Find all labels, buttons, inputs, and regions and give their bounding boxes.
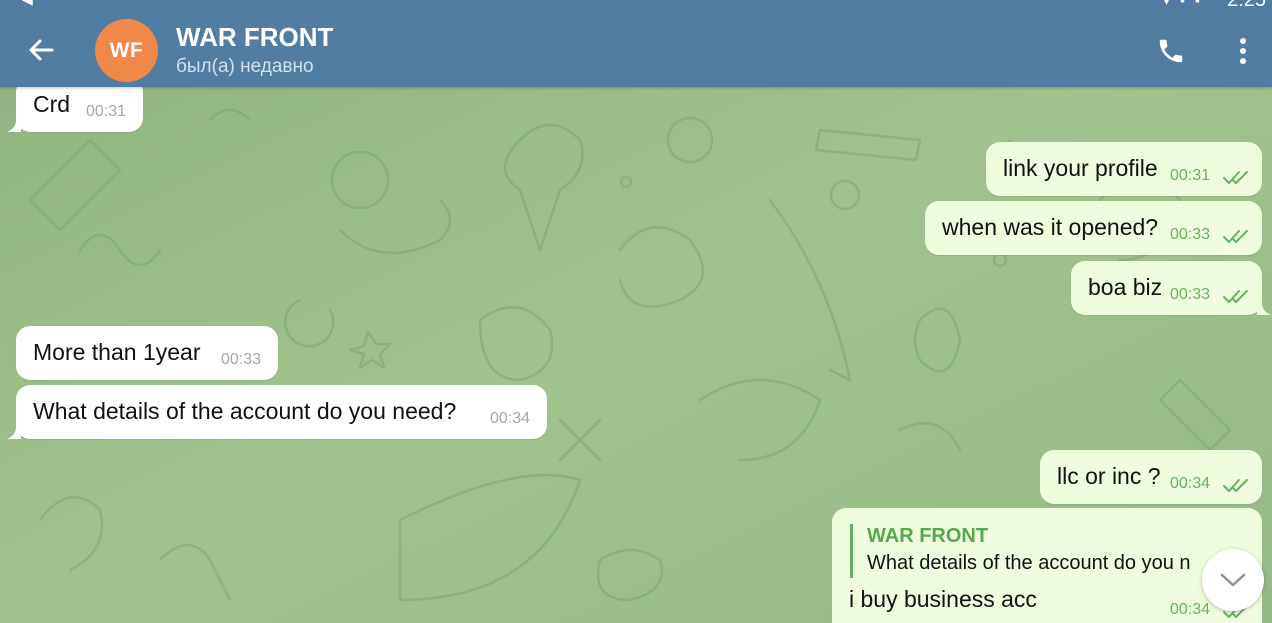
message-text: Crd: [33, 91, 71, 117]
status-icons: ▾▪▪: [1163, 0, 1210, 8]
double-check-icon: [1223, 230, 1248, 243]
message-time: 00:33: [1169, 226, 1210, 243]
scroll-to-bottom-button[interactable]: [1202, 549, 1264, 611]
message-text: link your profile: [1003, 155, 1158, 181]
status-bar: ◀ ▾▪▪ 2:25: [0, 0, 1272, 11]
message-time: 00:31: [1169, 167, 1210, 184]
message-text: What details of the account do you need?: [33, 398, 457, 424]
phone-icon: [1159, 39, 1183, 63]
message-incoming[interactable]: More than 1year 00:33: [16, 326, 278, 380]
message-outgoing-reply[interactable]: WAR FRONT What details of the account do…: [832, 508, 1262, 623]
back-button[interactable]: [20, 28, 62, 72]
call-button[interactable]: [1150, 30, 1192, 72]
bubble-tail: [7, 425, 21, 439]
chat-header: WF WAR FRONT был(а) недавно: [0, 0, 1272, 87]
double-check-icon: [1223, 290, 1248, 303]
reply-author: WAR FRONT: [867, 525, 989, 547]
more-options-button[interactable]: [1226, 30, 1260, 72]
message-text: boa biz: [1088, 274, 1163, 300]
message-text: More than 1year: [33, 339, 201, 365]
bubble-tail: [7, 118, 21, 132]
status-time: 2:25: [1227, 0, 1266, 11]
message-time: 00:34: [1169, 475, 1210, 492]
message-outgoing[interactable]: when was it opened? 00:33: [925, 201, 1262, 255]
message-text: i buy business acc: [849, 586, 1037, 612]
more-vertical-icon: [1240, 38, 1246, 64]
double-check-icon: [1223, 171, 1248, 184]
message-time: 00:31: [85, 103, 126, 120]
status-back-glyph: ◀: [22, 0, 33, 8]
arrow-left-icon: [29, 39, 54, 61]
message-text: when was it opened?: [942, 214, 1159, 240]
chat-title[interactable]: WAR FRONT: [176, 22, 333, 52]
message-outgoing[interactable]: boa biz 00:33: [1071, 261, 1262, 315]
message-outgoing[interactable]: llc or inc ? 00:34: [1040, 450, 1262, 504]
reply-text: What details of the account do you n: [867, 552, 1191, 574]
chevron-down-icon: [1220, 573, 1246, 587]
message-text: llc or inc ?: [1057, 463, 1161, 489]
message-time: 00:33: [220, 351, 261, 368]
avatar[interactable]: WF: [95, 19, 158, 82]
message-incoming[interactable]: What details of the account do you need?…: [16, 385, 547, 439]
message-outgoing[interactable]: link your profile 00:31: [986, 142, 1262, 196]
message-time: 00:34: [1169, 601, 1210, 618]
last-seen-status: был(а) недавно: [176, 56, 314, 77]
chat-screen: ◀ ▾▪▪ 2:25 WF WAR FRONT был(а) недавно: [0, 0, 1272, 623]
reply-quote[interactable]: WAR FRONT What details of the account do…: [850, 524, 1227, 578]
message-time: 00:34: [489, 410, 530, 427]
message-time: 00:33: [1169, 286, 1210, 303]
bubble-tail: [1257, 301, 1271, 315]
double-check-icon: [1223, 479, 1248, 492]
